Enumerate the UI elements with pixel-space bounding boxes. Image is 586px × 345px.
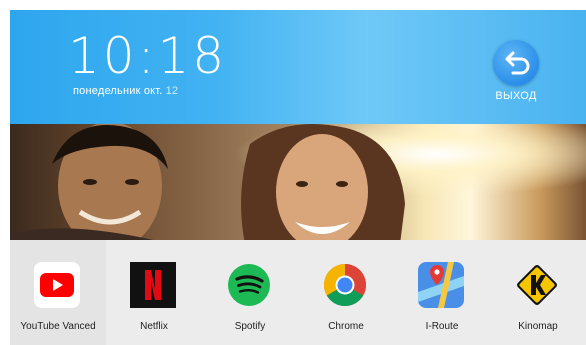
chrome-icon [322, 262, 368, 308]
exit-button[interactable]: ВЫХОД [488, 40, 544, 102]
app-netflix[interactable]: Netflix [106, 240, 202, 345]
header-bar: 10:18 понедельник окт. 12 ВЫХОД [10, 10, 586, 124]
app-dock: YouTube Vanced Netflix Spotify Chrome I-… [10, 240, 586, 345]
app-spotify[interactable]: Spotify [202, 240, 298, 345]
kinomap-icon [514, 262, 560, 308]
launcher-screen: 10:18 понедельник окт. 12 ВЫХОД YouTube … [10, 10, 586, 345]
youtube-icon [34, 262, 80, 308]
app-kinomap[interactable]: Kinomap [490, 240, 586, 345]
map-icon [418, 262, 464, 308]
clock-time: 10:18 [68, 27, 228, 85]
exit-icon [493, 40, 539, 86]
app-youtube-vanced[interactable]: YouTube Vanced [10, 240, 106, 345]
spotify-icon [226, 262, 272, 308]
app-label: YouTube Vanced [20, 321, 96, 332]
app-label: Chrome [328, 321, 364, 332]
weekday-month: понедельник окт. [73, 85, 163, 97]
app-label: Kinomap [518, 321, 558, 332]
date-label: понедельник окт. 12 [73, 85, 178, 97]
app-label: Netflix [140, 321, 168, 332]
app-label: I-Route [425, 321, 459, 332]
day-number: 12 [165, 85, 179, 97]
app-label: Spotify [234, 321, 266, 332]
app-i-route[interactable]: I-Route [394, 240, 490, 345]
wallpaper-photo [10, 124, 586, 244]
app-chrome[interactable]: Chrome [298, 240, 394, 345]
exit-label: ВЫХОД [495, 90, 537, 102]
netflix-icon [130, 262, 176, 308]
